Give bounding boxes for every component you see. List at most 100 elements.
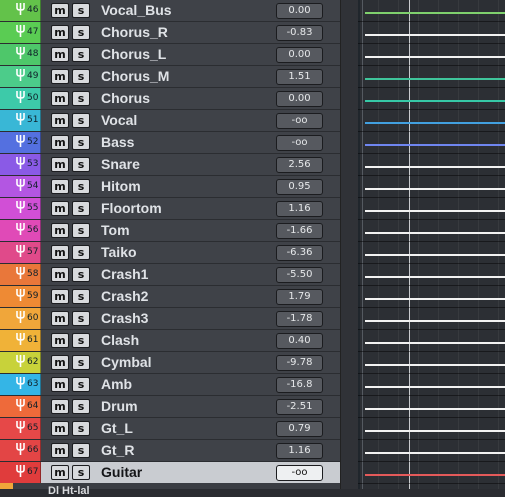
track-name[interactable]: Gt_R (101, 442, 134, 458)
track-list-scrollbar[interactable] (340, 0, 359, 489)
track-row[interactable]: 50 m s Chorus 0.00 (0, 88, 340, 110)
track-row[interactable]: 52 m s Bass -oo (0, 132, 340, 154)
mute-button[interactable]: m (51, 245, 69, 260)
track-name[interactable]: Chorus_M (101, 68, 169, 84)
track-row[interactable]: 56 m s Tom -1.66 (0, 220, 340, 242)
volume-field[interactable]: -5.50 (276, 267, 323, 283)
track-number-cell[interactable]: 67 (13, 462, 41, 483)
volume-field[interactable]: -16.8 (276, 377, 323, 393)
track-name[interactable]: Chorus (101, 90, 150, 106)
track-row[interactable]: 60 m s Crash3 -1.78 (0, 308, 340, 330)
automation-line[interactable] (365, 408, 505, 410)
mute-button[interactable]: m (51, 113, 69, 128)
volume-field[interactable]: -2.51 (276, 399, 323, 415)
mute-button[interactable]: m (51, 355, 69, 370)
track-name[interactable]: Tom (101, 222, 130, 238)
volume-field[interactable]: 0.00 (276, 47, 323, 63)
track-name[interactable]: Amb (101, 376, 132, 392)
solo-button[interactable]: s (72, 201, 90, 216)
track-number-cell[interactable]: 56 (13, 220, 41, 241)
solo-button[interactable]: s (72, 289, 90, 304)
track-name[interactable]: Chorus_L (101, 46, 166, 62)
track-row[interactable]: 53 m s Snare 2.56 (0, 154, 340, 176)
volume-field[interactable]: 1.16 (276, 443, 323, 459)
track-row[interactable]: 59 m s Crash2 1.79 (0, 286, 340, 308)
track-number-cell[interactable]: 50 (13, 88, 41, 109)
track-row[interactable]: 51 m s Vocal -oo (0, 110, 340, 132)
volume-field[interactable]: -0.83 (276, 25, 323, 41)
mute-button[interactable]: m (51, 91, 69, 106)
track-row[interactable]: 54 m s Hitom 0.95 (0, 176, 340, 198)
track-number-cell[interactable]: 47 (13, 22, 41, 43)
solo-button[interactable]: s (72, 91, 90, 106)
track-row[interactable]: 47 m s Chorus_R -0.83 (0, 22, 340, 44)
mute-button[interactable]: m (51, 399, 69, 414)
mute-button[interactable]: m (51, 135, 69, 150)
mute-button[interactable]: m (51, 179, 69, 194)
solo-button[interactable]: s (72, 135, 90, 150)
solo-button[interactable]: s (72, 113, 90, 128)
track-number-cell[interactable]: 62 (13, 352, 41, 373)
mute-button[interactable]: m (51, 157, 69, 172)
automation-line[interactable] (365, 298, 505, 300)
solo-button[interactable]: s (72, 179, 90, 194)
mute-button[interactable]: m (51, 443, 69, 458)
mute-button[interactable]: m (51, 421, 69, 436)
volume-field[interactable]: -oo (276, 465, 323, 481)
solo-button[interactable]: s (72, 245, 90, 260)
volume-field[interactable]: -1.66 (276, 223, 323, 239)
automation-line[interactable] (365, 386, 505, 388)
track-name[interactable]: Drum (101, 398, 138, 414)
track-row[interactable]: 46 m s Vocal_Bus 0.00 (0, 0, 340, 22)
solo-button[interactable]: s (72, 377, 90, 392)
volume-field[interactable]: -6.36 (276, 245, 323, 261)
mute-button[interactable]: m (51, 201, 69, 216)
mute-button[interactable]: m (51, 47, 69, 62)
volume-field[interactable]: 1.16 (276, 201, 323, 217)
automation-line[interactable] (365, 34, 505, 36)
track-name[interactable]: Taiko (101, 244, 137, 260)
volume-field[interactable]: 0.00 (276, 91, 323, 107)
volume-field[interactable]: 1.51 (276, 69, 323, 85)
track-row[interactable]: 58 m s Crash1 -5.50 (0, 264, 340, 286)
playhead-cursor[interactable] (409, 0, 410, 489)
solo-button[interactable]: s (72, 223, 90, 238)
mute-button[interactable]: m (51, 311, 69, 326)
automation-line[interactable] (365, 276, 505, 278)
automation-line[interactable] (365, 12, 505, 14)
track-row[interactable]: 49 m s Chorus_M 1.51 (0, 66, 340, 88)
track-number-cell[interactable]: 54 (13, 176, 41, 197)
solo-button[interactable]: s (72, 267, 90, 282)
automation-line[interactable] (365, 452, 505, 454)
track-number-cell[interactable]: 55 (13, 198, 41, 219)
track-row[interactable]: 64 m s Drum -2.51 (0, 396, 340, 418)
volume-field[interactable]: -1.78 (276, 311, 323, 327)
solo-button[interactable]: s (72, 47, 90, 62)
solo-button[interactable]: s (72, 311, 90, 326)
automation-line[interactable] (365, 188, 505, 190)
track-number-cell[interactable]: 61 (13, 330, 41, 351)
track-name[interactable]: Chorus_R (101, 24, 168, 40)
automation-line[interactable] (365, 144, 505, 146)
track-row[interactable]: 63 m s Amb -16.8 (0, 374, 340, 396)
track-number-cell[interactable]: 49 (13, 66, 41, 87)
track-number-cell[interactable]: 48 (13, 44, 41, 65)
volume-field[interactable]: 2.56 (276, 157, 323, 173)
mute-button[interactable]: m (51, 267, 69, 282)
volume-field[interactable]: 1.79 (276, 289, 323, 305)
automation-line[interactable] (365, 364, 505, 366)
track-number-cell[interactable]: 64 (13, 396, 41, 417)
mute-button[interactable]: m (51, 69, 69, 84)
mute-button[interactable]: m (51, 333, 69, 348)
automation-line[interactable] (365, 430, 505, 432)
volume-field[interactable]: 0.40 (276, 333, 323, 349)
automation-line[interactable] (365, 254, 505, 256)
track-number-cell[interactable]: 65 (13, 418, 41, 439)
arrange-view[interactable] (358, 0, 505, 489)
track-number-cell[interactable]: 66 (13, 440, 41, 461)
track-number-cell[interactable]: 63 (13, 374, 41, 395)
mute-button[interactable]: m (51, 465, 69, 480)
track-row-partial[interactable]: Dl Ht-lal (0, 483, 340, 497)
solo-button[interactable]: s (72, 421, 90, 436)
track-name[interactable]: Bass (101, 134, 134, 150)
